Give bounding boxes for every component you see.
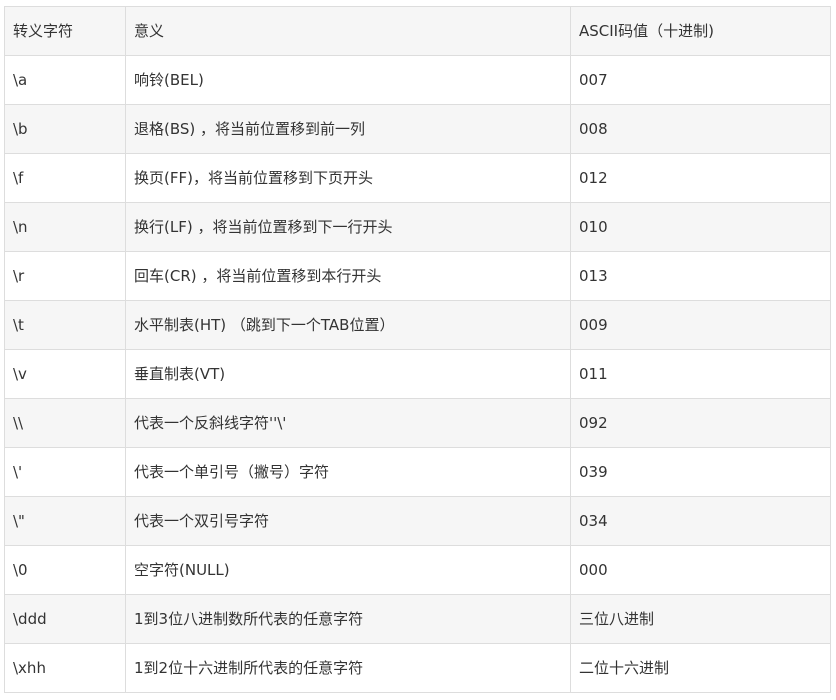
table-row: \" 代表一个双引号字符 034 xyxy=(4,496,831,546)
row-meaning: 退格(BS) ，将当前位置移到前一列 xyxy=(125,104,571,154)
row-ascii-value: 092 xyxy=(570,398,831,448)
row-meaning: 换行(LF) ，将当前位置移到下一行开头 xyxy=(125,202,571,252)
row-escape-char: \t xyxy=(4,300,126,350)
row-escape-char: \b xyxy=(4,104,126,154)
table-row: \' 代表一个单引号（撇号）字符 039 xyxy=(4,447,831,497)
table-body: 转义字符 意义 ASCII码值（十进制) \a 响铃(BEL) 007 \b 退格(BS… xyxy=(4,6,831,693)
row-ascii-value: 000 xyxy=(570,545,831,595)
row-escape-char: \r xyxy=(4,251,126,301)
header-ascii-value: ASCII码值（十进制) xyxy=(570,6,831,56)
row-meaning: 代表一个反斜线字符''\' xyxy=(125,398,571,448)
row-escape-char: \' xyxy=(4,447,126,497)
row-escape-char: \ddd xyxy=(4,594,126,644)
table-header-row: 转义字符 意义 ASCII码值（十进制) xyxy=(4,6,831,56)
row-meaning: 垂直制表(VT) xyxy=(125,349,571,399)
row-meaning: 代表一个单引号（撇号）字符 xyxy=(125,447,571,497)
row-meaning: 1到2位十六进制所代表的任意字符 xyxy=(125,643,571,693)
row-meaning: 代表一个双引号字符 xyxy=(125,496,571,546)
row-ascii-value: 034 xyxy=(570,496,831,546)
table-row: \t 水平制表(HT) （跳到下一个TAB位置） 009 xyxy=(4,300,831,350)
row-escape-char: \a xyxy=(4,55,126,105)
escape-character-table-container: 转义字符 意义 ASCII码值（十进制) \a 响铃(BEL) 007 \b 退格(BS… xyxy=(4,6,831,693)
row-ascii-value: 007 xyxy=(570,55,831,105)
row-escape-char: \" xyxy=(4,496,126,546)
table-row: \xhh 1到2位十六进制所代表的任意字符 二位十六进制 xyxy=(4,643,831,693)
row-ascii-value: 010 xyxy=(570,202,831,252)
header-meaning: 意义 xyxy=(125,6,571,56)
row-ascii-value: 008 xyxy=(570,104,831,154)
table-row: \0 空字符(NULL) 000 xyxy=(4,545,831,595)
row-meaning: 响铃(BEL) xyxy=(125,55,571,105)
row-escape-char: \xhh xyxy=(4,643,126,693)
row-escape-char: \f xyxy=(4,153,126,203)
row-meaning: 空字符(NULL) xyxy=(125,545,571,595)
row-ascii-value: 013 xyxy=(570,251,831,301)
row-escape-char: \\ xyxy=(4,398,126,448)
row-meaning: 换页(FF)，将当前位置移到下页开头 xyxy=(125,153,571,203)
row-meaning: 回车(CR) ，将当前位置移到本行开头 xyxy=(125,251,571,301)
table-row: \ddd 1到3位八进制数所代表的任意字符 三位八进制 xyxy=(4,594,831,644)
row-escape-char: \v xyxy=(4,349,126,399)
row-ascii-value: 009 xyxy=(570,300,831,350)
row-ascii-value: 二位十六进制 xyxy=(570,643,831,693)
row-ascii-value: 011 xyxy=(570,349,831,399)
escape-character-table: 转义字符 意义 ASCII码值（十进制) \a 响铃(BEL) 007 \b 退格(BS… xyxy=(4,6,831,693)
row-meaning: 水平制表(HT) （跳到下一个TAB位置） xyxy=(125,300,571,350)
table-row: \r 回车(CR) ，将当前位置移到本行开头 013 xyxy=(4,251,831,301)
table-row: \f 换页(FF)，将当前位置移到下页开头 012 xyxy=(4,153,831,203)
table-row: \a 响铃(BEL) 007 xyxy=(4,55,831,105)
row-ascii-value: 012 xyxy=(570,153,831,203)
table-row: \b 退格(BS) ，将当前位置移到前一列 008 xyxy=(4,104,831,154)
header-escape-char: 转义字符 xyxy=(4,6,126,56)
row-escape-char: \n xyxy=(4,202,126,252)
row-ascii-value: 三位八进制 xyxy=(570,594,831,644)
row-ascii-value: 039 xyxy=(570,447,831,497)
row-meaning: 1到3位八进制数所代表的任意字符 xyxy=(125,594,571,644)
table-row: \\ 代表一个反斜线字符''\' 092 xyxy=(4,398,831,448)
row-escape-char: \0 xyxy=(4,545,126,595)
table-row: \n 换行(LF) ，将当前位置移到下一行开头 010 xyxy=(4,202,831,252)
table-row: \v 垂直制表(VT) 011 xyxy=(4,349,831,399)
